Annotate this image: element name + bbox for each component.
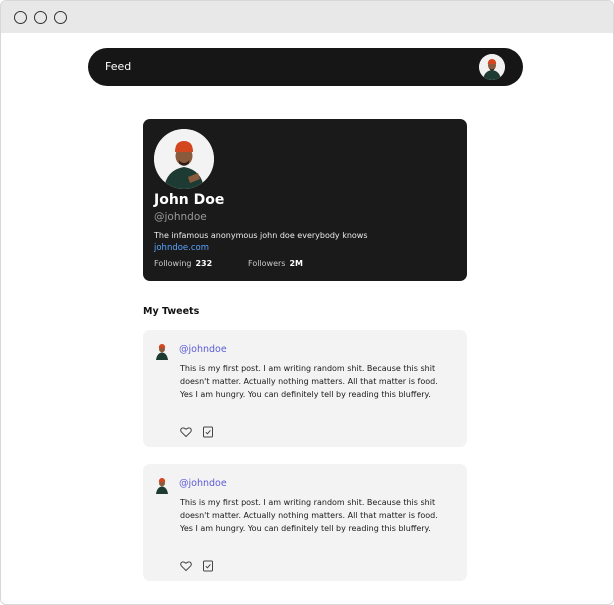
- nav-avatar[interactable]: [479, 54, 505, 80]
- followers-label: Followers: [248, 259, 286, 268]
- window-titlebar: [1, 1, 613, 33]
- window-maximize-button[interactable]: [54, 11, 67, 24]
- bookmark-icon[interactable]: [202, 423, 214, 438]
- heart-icon[interactable]: [180, 423, 192, 438]
- top-navbar: Feed: [88, 48, 523, 86]
- profile-avatar: [154, 129, 214, 189]
- profile-name: John Doe: [154, 192, 225, 208]
- profile-card: John Doe @johndoe The infamous anonymous…: [143, 119, 467, 281]
- bookmark-icon[interactable]: [202, 557, 214, 572]
- tweet-handle[interactable]: @johndoe: [179, 344, 227, 355]
- tweet-text: This is my first post. I am writing rand…: [180, 498, 438, 534]
- tweet-avatar[interactable]: [154, 476, 170, 494]
- following-count: 232: [195, 259, 213, 268]
- tweet-text: This is my first post. I am writing rand…: [180, 364, 438, 400]
- following-stat[interactable]: Following 232: [154, 259, 212, 268]
- tweet-avatar[interactable]: [154, 342, 170, 360]
- tweet-handle[interactable]: @johndoe: [179, 478, 227, 489]
- window-minimize-button[interactable]: [34, 11, 47, 24]
- followers-stat[interactable]: Followers 2M: [248, 259, 303, 268]
- heart-icon[interactable]: [180, 557, 192, 572]
- following-label: Following: [154, 259, 192, 268]
- window-close-button[interactable]: [14, 11, 27, 24]
- nav-feed-link[interactable]: Feed: [105, 60, 131, 73]
- profile-handle: @johndoe: [154, 211, 207, 223]
- followers-count: 2M: [289, 259, 304, 268]
- tweet-card: @johndoe This is my first post. I am wri…: [143, 464, 467, 581]
- profile-website-link[interactable]: johndoe.com: [154, 243, 209, 253]
- profile-bio: The infamous anonymous john doe everybod…: [154, 231, 368, 240]
- tweet-card: @johndoe This is my first post. I am wri…: [143, 330, 467, 447]
- my-tweets-heading: My Tweets: [143, 306, 200, 317]
- browser-window: Feed John Doe @johndoe The infamous anon…: [0, 0, 614, 605]
